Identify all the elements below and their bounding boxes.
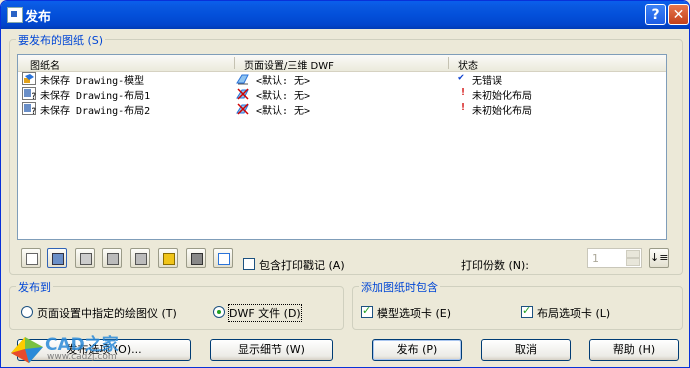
sheet-row[interactable]: 未保存 Drawing-模型 <默认: 无> ✔ 无错误 (18, 71, 666, 87)
layout-sheet-icon: ? (22, 102, 36, 115)
move-down-icon (135, 253, 147, 265)
sort-button[interactable]: ↓≡ (649, 248, 669, 268)
spin-up-icon[interactable] (626, 250, 640, 258)
layout-tab-checkbox[interactable] (521, 304, 533, 318)
publish-to-label: 发布到 (16, 279, 53, 295)
sheet-list-header: 图纸名 页面设置/三维 DWF 状态 (18, 55, 666, 72)
sheet-row[interactable]: ? 未保存 Drawing-布局2 <默认: 无> ! 未初始化布局 (18, 101, 666, 117)
help-button[interactable]: 帮助 (H) (589, 339, 679, 361)
column-sheet-name[interactable]: 图纸名 (30, 57, 60, 72)
copies-spinner[interactable]: 1 (587, 248, 642, 268)
radio-plotter[interactable] (21, 306, 33, 318)
page-setup-invalid-icon (236, 88, 249, 100)
page-setup-invalid-icon (236, 103, 249, 115)
preview-icon (26, 253, 38, 265)
load-list-button[interactable] (158, 248, 178, 268)
column-divider[interactable] (234, 57, 235, 69)
include-stamp-label: 包含打印戳记 (A) (259, 259, 345, 272)
app-icon (7, 7, 23, 23)
sort-icon: ↓≡ (650, 251, 669, 264)
publish-button[interactable]: 发布 (P) (372, 339, 462, 361)
move-up-button[interactable] (102, 248, 122, 268)
publish-dialog: 发布 ? ✕ 要发布的图纸 (S) 图纸名 页面设置/三维 DWF 状态 未保存… (0, 0, 690, 368)
status-text: 未初始化布局 (472, 91, 532, 102)
page-setup-value: <默认: 无> (256, 106, 311, 117)
preview-button[interactable] (21, 248, 41, 268)
layout-sheet-icon: ? (22, 87, 36, 100)
watermark-url: www.cadzj.com (47, 352, 117, 362)
page-setup-value: <默认: 无> (256, 91, 311, 102)
radio-dwf-file-label: DWF 文件 (D) (228, 304, 302, 322)
close-button[interactable]: ✕ (668, 4, 689, 25)
cancel-button[interactable]: 取消 (481, 339, 571, 361)
sheet-row[interactable]: ? 未保存 Drawing-布局1 <默认: 无> ! 未初始化布局 (18, 86, 666, 102)
page-setup-value: <默认: 无> (256, 76, 311, 87)
plot-stamp-settings-icon (218, 253, 230, 265)
title-bar[interactable]: 发布 ? ✕ (1, 1, 689, 29)
include-group-label: 添加图纸时包含 (359, 279, 440, 295)
sheet-name: 未保存 Drawing-布局2 (40, 106, 151, 117)
save-list-icon (191, 253, 203, 265)
copies-value: 1 (592, 252, 599, 265)
add-sheets-icon (52, 253, 64, 265)
column-page-setup[interactable]: 页面设置/三维 DWF (244, 57, 334, 72)
column-divider[interactable] (448, 57, 449, 69)
layout-tab-label: 布局选项卡 (L) (537, 307, 611, 320)
load-list-icon (163, 253, 175, 265)
model-tab-label: 模型选项卡 (E) (377, 307, 452, 320)
sheet-name: 未保存 Drawing-布局1 (40, 91, 151, 102)
svg-text:?: ? (31, 92, 36, 100)
plot-stamp-settings-button[interactable] (213, 248, 233, 268)
watermark-logo: CAD之家 www.cadzj.com (7, 327, 147, 367)
window-title: 发布 (25, 10, 52, 25)
status-ok-icon: ✔ (458, 72, 465, 83)
svg-text:?: ? (31, 107, 36, 115)
radio-dwf-file[interactable] (213, 306, 225, 318)
move-down-button[interactable] (130, 248, 150, 268)
help-title-button[interactable]: ? (645, 4, 666, 25)
add-sheets-button[interactable] (47, 248, 67, 268)
save-list-button[interactable] (186, 248, 206, 268)
sheet-name: 未保存 Drawing-模型 (40, 76, 145, 87)
status-text: 未初始化布局 (472, 106, 532, 117)
column-status[interactable]: 状态 (458, 57, 478, 72)
status-error-icon: ! (460, 102, 467, 113)
sheets-group-label: 要发布的图纸 (S) (16, 32, 106, 48)
model-sheet-icon (22, 72, 36, 85)
remove-sheets-icon (80, 253, 92, 265)
radio-plotter-label: 页面设置中指定的绘图仪 (T) (37, 307, 177, 320)
page-setup-icon (236, 74, 249, 85)
status-text: 无错误 (472, 76, 502, 87)
move-up-icon (107, 253, 119, 265)
spin-down-icon[interactable] (626, 258, 640, 266)
sheet-list[interactable]: 图纸名 页面设置/三维 DWF 状态 未保存 Drawing-模型 <默认: 无… (17, 54, 667, 240)
remove-sheets-button[interactable] (75, 248, 95, 268)
cad-logo-icon (11, 337, 43, 363)
status-error-icon: ! (460, 87, 467, 98)
copies-label: 打印份数 (N): (461, 259, 530, 272)
show-details-button[interactable]: 显示细节 (W) (210, 339, 333, 361)
include-stamp-checkbox[interactable] (243, 258, 255, 270)
model-tab-checkbox[interactable] (361, 304, 373, 318)
